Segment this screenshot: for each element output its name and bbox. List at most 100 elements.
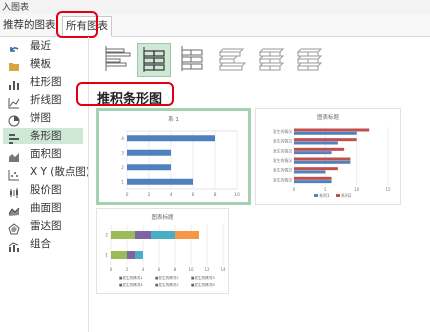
sidebar-item-area-chart[interactable]: 面积图	[3, 146, 83, 162]
y-tick-label: 1	[121, 179, 124, 185]
bar	[294, 141, 338, 145]
sidebar-item-label: 曲面图	[30, 202, 62, 214]
sidebar-item-label: 柱形图	[30, 76, 62, 88]
legend-label: 系列1	[319, 192, 330, 198]
sidebar-item-stock-chart[interactable]: 股价图	[3, 182, 83, 198]
bar-segment	[127, 251, 135, 259]
3d-100-stacked-bar-subtype[interactable]	[293, 43, 327, 77]
x-tick-label: 10	[188, 267, 194, 272]
pie-chart-icon	[8, 112, 20, 127]
window-title: 入图表	[2, 3, 30, 13]
sidebar-item-line-chart[interactable]: 折线图	[3, 92, 83, 109]
bar	[294, 160, 351, 164]
3d-stacked-bar-subtype[interactable]	[255, 43, 289, 77]
bar-segment	[151, 231, 175, 239]
sidebar-item-label: 模板	[30, 58, 51, 70]
sidebar-item-label: 组合	[30, 238, 51, 250]
bar-segment	[111, 231, 135, 239]
legend-label: ■发生的情况1	[119, 275, 143, 280]
bar-segment	[175, 231, 199, 239]
stacked-bar-subtype[interactable]	[137, 43, 171, 77]
sidebar-item-undo[interactable]: 最近	[3, 38, 83, 54]
y-tick-label: 2	[105, 233, 108, 239]
legend-label: ■发生的情况6	[191, 282, 215, 287]
x-tick-label: 0	[293, 187, 296, 192]
x-tick-label: 0	[126, 192, 129, 198]
column-chart-icon	[8, 76, 20, 90]
legend: 系列1 系列2	[314, 192, 352, 198]
sidebar-item-surface-chart[interactable]: 曲面图	[3, 200, 83, 216]
y-tick-label: 发生的情况	[273, 148, 292, 153]
bar	[127, 149, 171, 156]
x-tick-label: 0	[110, 267, 113, 272]
tab-highlight-box	[56, 11, 98, 38]
y-tick-label: 发生的情况	[273, 129, 292, 134]
legend: ■发生的情况1 ■发生的情况2 ■发生的情况3 ■发生的情况4 ■发生的情况5 ■发生的情…	[119, 275, 215, 287]
y-tick-label: 发生的情况	[273, 177, 292, 182]
area-chart-icon	[8, 148, 20, 162]
bar-segment	[135, 231, 151, 239]
sidebar-item-label: 雷达图	[30, 220, 62, 232]
stock-chart-icon	[8, 184, 20, 198]
legend-label: ■发生的情况2	[155, 275, 179, 280]
sidebar-item-scatter-chart[interactable]: X Y (散点图)	[3, 164, 90, 181]
bar	[294, 180, 332, 184]
y-tick-label: 发生的情况	[273, 158, 292, 163]
sidebar-item-label: 折线图	[30, 94, 62, 106]
x-tick-label: 2	[148, 192, 151, 198]
bar	[127, 135, 215, 142]
x-tick-label: 4	[142, 267, 145, 272]
x-tick-label: 2	[126, 267, 129, 272]
legend-label: 系列2	[341, 192, 352, 198]
bar	[127, 164, 171, 171]
x-tick-label: 15	[385, 187, 391, 192]
sidebar-item-pie-chart[interactable]: 饼图	[3, 110, 83, 127]
sidebar-item-label: 股价图	[30, 184, 62, 196]
y-tick-label: 4	[121, 136, 124, 142]
sidebar-item-label: 面积图	[30, 148, 62, 160]
legend-label: ■发生的情况3	[191, 275, 215, 280]
clustered-bar-subtype[interactable]	[100, 43, 134, 77]
legend-swatch	[314, 194, 318, 197]
x-tick-label: 8	[174, 267, 177, 272]
surface-chart-icon	[8, 202, 20, 216]
sidebar-item-radar-chart[interactable]: 雷达图	[3, 218, 83, 235]
sidebar-item-label: 最近	[30, 40, 51, 52]
sidebar-item-column-chart[interactable]: 柱形图	[3, 74, 83, 90]
y-tick-label: 3	[121, 150, 124, 156]
sidebar-item-folder[interactable]: 模板	[3, 56, 83, 72]
line-chart-icon	[8, 94, 20, 109]
bar-segment	[135, 251, 143, 259]
x-tick-label: 14	[220, 267, 226, 272]
x-tick-label: 10	[354, 187, 360, 192]
bar	[294, 128, 370, 132]
legend-swatch	[336, 194, 340, 197]
chart-preview-3[interactable]: 图表标题 0 2 4 6 8 10 12 14 2 1 ■发生的情况1 ■发生的情况2 ■发生的情况3 ■…	[96, 208, 229, 294]
tab-recommended-charts[interactable]: 推荐的图表	[0, 16, 59, 35]
chart-preview-1[interactable]: 系 1 0 2 4 6 8 10 1 2 3 4	[96, 108, 251, 205]
100-stacked-bar-subtype[interactable]	[176, 43, 210, 77]
chart-preview-2[interactable]: 图表标题 0 5 10 15 发生的情况 发生的情况 发生的情况 发生的情况 发生的情况 发生的情…	[255, 108, 401, 205]
bar	[294, 131, 357, 135]
x-tick-label: 10	[234, 192, 240, 198]
bar	[294, 176, 332, 180]
y-tick-label: 发生的情况	[273, 168, 292, 173]
bar-chart-icon	[8, 130, 20, 144]
sidebar-item-bar-chart[interactable]: 条形图	[3, 128, 83, 144]
sidebar-item-combo-chart[interactable]: 组合	[3, 236, 83, 252]
y-tick-label: 2	[121, 165, 124, 171]
x-tick-label: 8	[214, 192, 217, 198]
undo-icon	[8, 40, 20, 52]
bar	[294, 151, 332, 155]
heading-highlight-box	[76, 82, 174, 106]
3d-clustered-bar-subtype[interactable]	[215, 43, 249, 77]
radar-chart-icon	[8, 220, 20, 235]
bar	[294, 157, 351, 161]
x-tick-label: 5	[324, 187, 327, 192]
legend-label: ■发生的情况5	[155, 282, 179, 287]
x-tick-label: 6	[158, 267, 161, 272]
bar	[294, 147, 345, 151]
bar	[127, 178, 193, 185]
scatter-chart-icon	[8, 166, 20, 181]
folder-icon	[8, 58, 20, 71]
